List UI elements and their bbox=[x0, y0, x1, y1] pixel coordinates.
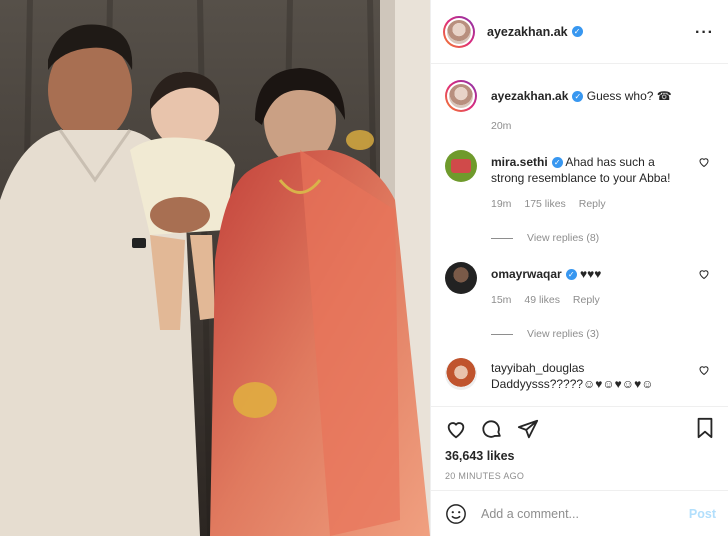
emoji-icon[interactable] bbox=[445, 503, 467, 525]
comment-time: 19m bbox=[491, 198, 512, 210]
share-paper-plane-icon[interactable] bbox=[517, 418, 539, 440]
comment-username[interactable]: tayyibah_douglas bbox=[491, 361, 584, 375]
view-replies-button[interactable]: View replies (8) bbox=[491, 232, 714, 244]
reply-button[interactable]: Reply bbox=[573, 294, 600, 306]
comment-icon[interactable] bbox=[481, 418, 503, 440]
heart-icon[interactable] bbox=[698, 156, 710, 168]
comments-list[interactable]: ayezakhan.ak ✓ Guess who? ☎ 20m mira.seth… bbox=[431, 64, 728, 406]
post-sidebar: ayezakhan.ak ✓ ··· ayezakhan.ak ✓ Guess w… bbox=[430, 0, 728, 536]
posted-time[interactable]: 20 MINUTES AGO bbox=[445, 471, 714, 481]
comment-input[interactable] bbox=[481, 506, 671, 521]
verified-badge-icon: ✓ bbox=[571, 26, 583, 37]
family-photo-illustration bbox=[0, 0, 430, 536]
verified-badge-icon: ✓ bbox=[565, 269, 577, 281]
heart-icon[interactable] bbox=[698, 268, 710, 280]
caption-avatar[interactable] bbox=[445, 80, 477, 112]
post-header: ayezakhan.ak ✓ ··· bbox=[431, 0, 728, 64]
comment-username[interactable]: omayrwaqar bbox=[491, 267, 562, 281]
verified-badge-icon: ✓ bbox=[551, 157, 563, 169]
author-username[interactable]: ayezakhan.ak bbox=[487, 25, 568, 39]
comment: mira.sethi ✓ Ahad has such a strong resem… bbox=[445, 150, 714, 212]
add-comment-bar: Post bbox=[431, 490, 728, 536]
author-avatar[interactable] bbox=[443, 15, 475, 48]
comment-text: Daddyysss?????☺♥☺♥☺♥☺ bbox=[491, 377, 654, 391]
likes-count[interactable]: 36,643 likes bbox=[445, 449, 714, 463]
comment-likes[interactable]: 49 likes bbox=[524, 294, 560, 306]
more-options-icon[interactable]: ··· bbox=[695, 24, 714, 42]
comment-username[interactable]: mira.sethi bbox=[491, 155, 548, 169]
caption: ayezakhan.ak ✓ Guess who? ☎ 20m bbox=[445, 64, 714, 134]
comment-time: 15m bbox=[491, 294, 512, 306]
post-comment-button[interactable]: Post bbox=[689, 507, 716, 521]
comment-likes[interactable]: 175 likes bbox=[524, 198, 565, 210]
view-replies-button[interactable]: View replies (3) bbox=[491, 328, 714, 340]
reply-button[interactable]: Reply bbox=[579, 198, 606, 210]
post-photo[interactable] bbox=[0, 0, 430, 536]
comment-avatar[interactable] bbox=[445, 358, 477, 390]
comment: omayrwaqar ✓ ♥♥♥ 15m 49 likes Reply bbox=[445, 262, 714, 308]
comment-text: ♥♥♥ bbox=[580, 267, 602, 281]
comment: tayyibah_douglas Daddyysss?????☺♥☺♥☺♥☺ bbox=[445, 358, 714, 392]
comment-avatar[interactable] bbox=[445, 150, 477, 182]
heart-icon[interactable] bbox=[698, 364, 710, 376]
post-dialog: ayezakhan.ak ✓ ··· ayezakhan.ak ✓ Guess w… bbox=[0, 0, 728, 536]
caption-time: 20m bbox=[491, 120, 512, 132]
like-heart-icon[interactable] bbox=[445, 418, 467, 440]
post-actions: 36,643 likes 20 MINUTES AGO bbox=[431, 406, 728, 481]
save-bookmark-icon[interactable] bbox=[694, 417, 716, 439]
caption-text: Guess who? ☎ bbox=[586, 89, 672, 103]
caption-username[interactable]: ayezakhan.ak bbox=[491, 89, 568, 103]
verified-badge-icon: ✓ bbox=[572, 91, 584, 103]
comment-avatar[interactable] bbox=[445, 262, 477, 294]
